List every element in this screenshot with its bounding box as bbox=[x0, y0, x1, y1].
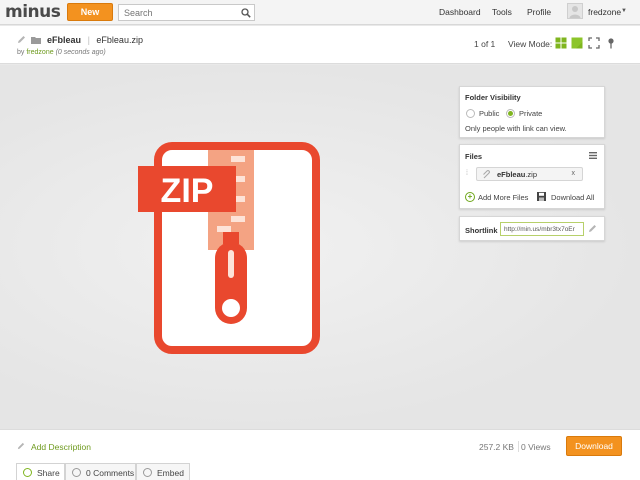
chevron-down-icon[interactable]: ▼ bbox=[621, 8, 627, 14]
private-label[interactable]: Private bbox=[519, 109, 542, 118]
file-chip-name: eFbleau.zip bbox=[497, 170, 537, 179]
share-circle-icon bbox=[23, 468, 32, 477]
shortlink-label: Shortlink bbox=[465, 226, 498, 235]
shortlink-input[interactable] bbox=[500, 222, 584, 236]
search-icon[interactable] bbox=[241, 8, 251, 18]
avatar[interactable] bbox=[567, 3, 583, 19]
tab-share-label: Share bbox=[37, 468, 60, 478]
file-header: eFbleau | eFbleau.zip by fredzone (0 sec… bbox=[0, 26, 640, 64]
paperclip-icon bbox=[483, 170, 490, 179]
search-box bbox=[118, 4, 255, 21]
file-name-title[interactable]: eFbleau.zip bbox=[96, 35, 143, 45]
single-view-icon[interactable] bbox=[571, 37, 583, 49]
embed-circle-icon bbox=[143, 468, 152, 477]
remove-file-button[interactable]: x bbox=[572, 170, 576, 177]
file-chip-extension: .zip bbox=[525, 170, 538, 179]
breadcrumb: eFbleau | eFbleau.zip bbox=[17, 35, 143, 45]
nav-tools[interactable]: Tools bbox=[492, 7, 512, 17]
pin-icon[interactable] bbox=[605, 37, 617, 49]
plus-circle-icon: + bbox=[465, 192, 475, 202]
top-navigation-bar: minus New Dashboard Tools Profile fredzo… bbox=[0, 0, 640, 25]
folder-visibility-panel: Folder Visibility Public Private Only pe… bbox=[459, 86, 605, 138]
tab-share[interactable]: Share bbox=[16, 463, 65, 480]
file-size: 257.2 KB bbox=[479, 442, 514, 452]
divider bbox=[518, 441, 519, 452]
download-all-label: Download All bbox=[551, 193, 595, 202]
search-input[interactable] bbox=[119, 5, 234, 20]
public-radio[interactable] bbox=[466, 109, 475, 118]
shortlink-panel: Shortlink bbox=[459, 216, 605, 241]
nav-dashboard[interactable]: Dashboard bbox=[439, 7, 481, 17]
byline-prefix: by bbox=[17, 49, 25, 56]
upload-time: (0 seconds ago) bbox=[55, 49, 106, 56]
username-label[interactable]: fredzone bbox=[588, 7, 621, 17]
page-counter: 1 of 1 bbox=[474, 39, 496, 49]
folder-icon bbox=[30, 37, 41, 44]
public-label[interactable]: Public bbox=[479, 109, 499, 118]
fullscreen-icon[interactable] bbox=[588, 37, 600, 49]
pencil-icon bbox=[17, 442, 25, 450]
file-chip-basename: eFbleau bbox=[497, 170, 526, 179]
file-footer: Add Description 257.2 KB 0 Views Downloa… bbox=[0, 429, 640, 480]
files-title: Files bbox=[465, 152, 483, 161]
pencil-icon[interactable] bbox=[17, 35, 26, 44]
byline: by fredzone (0 seconds ago) bbox=[17, 49, 106, 56]
zip-file-icon: ZIP bbox=[138, 142, 320, 354]
nav-profile[interactable]: Profile bbox=[527, 7, 551, 17]
tab-comments[interactable]: 0 Comments bbox=[65, 463, 136, 480]
view-count: 0 Views bbox=[521, 442, 551, 452]
comments-circle-icon bbox=[72, 468, 81, 477]
folder-name-link[interactable]: eFbleau bbox=[47, 35, 81, 45]
tab-comments-label: 0 Comments bbox=[86, 468, 135, 478]
owner-link[interactable]: fredzone bbox=[26, 49, 53, 56]
tab-embed-label: Embed bbox=[157, 468, 184, 478]
add-description-label: Add Description bbox=[31, 442, 92, 452]
folder-visibility-title: Folder Visibility bbox=[465, 93, 521, 102]
list-item[interactable]: eFbleau.zip x bbox=[476, 167, 583, 181]
visibility-note: Only people with link can view. bbox=[465, 124, 567, 133]
pencil-icon[interactable] bbox=[588, 224, 597, 233]
new-button[interactable]: New bbox=[67, 3, 113, 21]
breadcrumb-separator: | bbox=[87, 35, 90, 45]
download-button[interactable]: Download bbox=[566, 436, 622, 456]
private-radio[interactable] bbox=[506, 109, 515, 118]
minus-logo[interactable]: minus bbox=[5, 2, 61, 22]
files-panel: Files ⁞ eFbleau.zip x + Add More Files D… bbox=[459, 144, 605, 209]
list-menu-icon[interactable] bbox=[589, 152, 597, 159]
view-mode-label: View Mode: bbox=[508, 39, 553, 49]
grid-view-icon[interactable] bbox=[555, 37, 567, 49]
zip-badge-text: ZIP bbox=[161, 172, 214, 210]
add-more-files-label: Add More Files bbox=[478, 193, 529, 202]
user-silhouette-icon bbox=[569, 6, 581, 18]
floppy-disk-icon bbox=[537, 192, 546, 201]
drag-handle-icon[interactable]: ⁞ bbox=[466, 170, 468, 177]
tab-embed[interactable]: Embed bbox=[136, 463, 190, 480]
